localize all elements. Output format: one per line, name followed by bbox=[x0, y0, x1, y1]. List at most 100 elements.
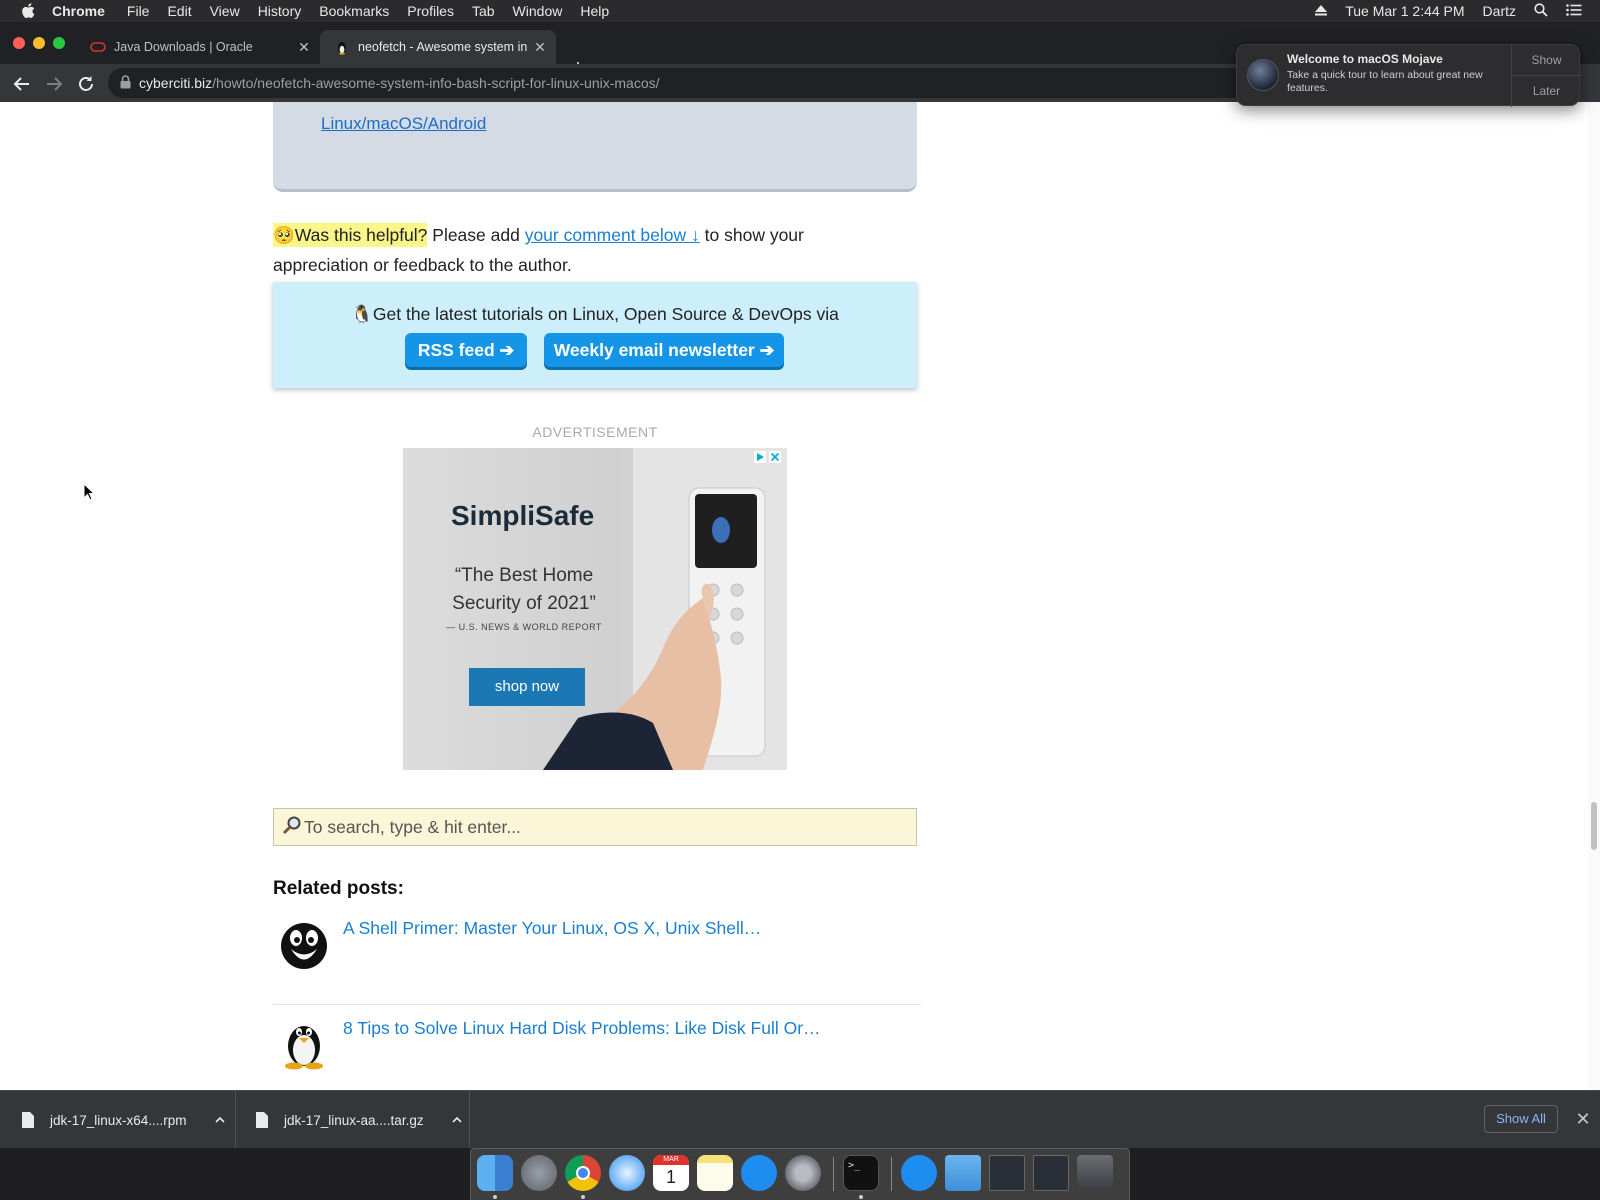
window-close-button[interactable] bbox=[13, 37, 25, 49]
related-post-link[interactable]: A Shell Primer: Master Your Linux, OS X,… bbox=[343, 918, 761, 939]
related-post-item: A Shell Primer: Master Your Linux, OS X,… bbox=[273, 916, 917, 976]
search-placeholder: To search, type & hit enter... bbox=[304, 816, 521, 837]
calendar-month: MAR bbox=[653, 1155, 689, 1165]
menu-file[interactable]: File bbox=[127, 3, 150, 19]
download-filename: jdk-17_linux-x64....rpm bbox=[50, 1112, 187, 1128]
calendar-icon[interactable]: MAR 1 bbox=[653, 1155, 689, 1191]
notification-body: Take a quick tour to learn about great n… bbox=[1287, 69, 1483, 94]
adchoices-icon[interactable] bbox=[753, 450, 783, 464]
chrome-icon[interactable] bbox=[565, 1155, 601, 1191]
menubar-user[interactable]: Dartz bbox=[1483, 3, 1516, 19]
macos-dock: MAR 1 >_ bbox=[470, 1148, 1130, 1200]
site-search-field[interactable]: To search, type & hit enter... bbox=[273, 808, 917, 846]
tux-penguin-icon bbox=[277, 1016, 331, 1070]
advertisement-banner[interactable]: SimpliSafe “The Best Home Security of 20… bbox=[403, 448, 787, 770]
app-store-icon[interactable] bbox=[741, 1155, 777, 1191]
running-indicator bbox=[581, 1195, 585, 1199]
window-zoom-button[interactable] bbox=[53, 37, 65, 49]
notification-actions: Show Later bbox=[1511, 45, 1581, 107]
macos-notification[interactable]: Welcome to macOS Mojave Take a quick tou… bbox=[1236, 44, 1581, 107]
mojave-icon bbox=[1247, 59, 1279, 91]
notification-center-icon[interactable] bbox=[1566, 3, 1582, 19]
comment-link[interactable]: your comment below ↓ bbox=[525, 225, 700, 245]
tab-neofetch[interactable]: neofetch - Awesome system in ✕ bbox=[320, 30, 556, 64]
pleading-face-emoji-icon: 🥺 bbox=[273, 225, 295, 245]
related-divider bbox=[273, 1004, 921, 1005]
penguin-favicon-icon bbox=[334, 39, 350, 55]
terminal-icon[interactable]: >_ bbox=[843, 1155, 879, 1191]
subscribe-text: 🐧Get the latest tutorials on Linux, Open… bbox=[351, 304, 839, 324]
folder-icon[interactable] bbox=[945, 1155, 981, 1191]
safari-icon[interactable] bbox=[609, 1155, 645, 1191]
window-thumbnail-icon[interactable] bbox=[1033, 1155, 1069, 1191]
macos-menu-bar: Chrome File Edit View History Bookmarks … bbox=[0, 0, 1600, 22]
oracle-favicon-icon bbox=[90, 39, 106, 55]
notification-show-button[interactable]: Show bbox=[1512, 45, 1581, 76]
running-indicator bbox=[493, 1195, 497, 1199]
chevron-up-icon[interactable] bbox=[450, 1113, 464, 1127]
helpful-highlight: 🥺Was this helpful? bbox=[273, 223, 428, 247]
close-tab-icon[interactable]: ✕ bbox=[296, 39, 312, 55]
app-menu-chrome[interactable]: Chrome bbox=[52, 3, 105, 19]
newsletter-button[interactable]: Weekly email newsletter ➔ bbox=[544, 333, 784, 367]
dock-separator bbox=[833, 1157, 834, 1191]
subscribe-box: 🐧Get the latest tutorials on Linux, Open… bbox=[273, 282, 917, 388]
show-all-downloads-button[interactable]: Show All bbox=[1484, 1105, 1558, 1133]
advertisement-label: ADVERTISEMENT bbox=[532, 424, 658, 440]
download-shelf: jdk-17_linux-x64....rpm jdk-17_linux-aa.… bbox=[0, 1090, 1600, 1149]
menu-tab[interactable]: Tab bbox=[472, 3, 495, 19]
download-item[interactable]: jdk-17_linux-x64....rpm bbox=[0, 1091, 236, 1149]
page-scrollbar[interactable] bbox=[1588, 102, 1600, 1090]
tux-penguin-face-icon bbox=[277, 916, 331, 970]
related-post-link[interactable]: 8 Tips to Solve Linux Hard Disk Problems… bbox=[343, 1018, 821, 1039]
scrollbar-thumb[interactable] bbox=[1591, 802, 1597, 850]
article-info-box: Linux/macOS/Android bbox=[273, 102, 917, 192]
download-filename: jdk-17_linux-aa....tar.gz bbox=[284, 1112, 424, 1128]
file-icon bbox=[22, 1112, 34, 1128]
menu-view[interactable]: View bbox=[210, 3, 240, 19]
download-item[interactable]: jdk-17_linux-aa....tar.gz bbox=[236, 1091, 470, 1149]
notes-icon[interactable] bbox=[697, 1155, 733, 1191]
menubar-clock[interactable]: Tue Mar 1 2:44 PM bbox=[1345, 3, 1464, 19]
dock-separator bbox=[891, 1157, 892, 1191]
notification-later-button[interactable]: Later bbox=[1512, 76, 1581, 107]
article-link[interactable]: Linux/macOS/Android bbox=[321, 114, 486, 134]
lock-icon[interactable] bbox=[120, 74, 131, 92]
reload-icon[interactable] bbox=[75, 73, 97, 95]
menu-help[interactable]: Help bbox=[580, 3, 609, 19]
close-download-shelf-icon[interactable]: ✕ bbox=[1574, 1110, 1592, 1128]
spotlight-search-icon[interactable] bbox=[1534, 2, 1548, 20]
running-indicator bbox=[859, 1195, 863, 1199]
helpful-prompt: 🥺Was this helpful? Please add your comme… bbox=[273, 223, 804, 275]
url-host: cyberciti.biz bbox=[139, 75, 213, 91]
notification-title: Welcome to macOS Mojave bbox=[1287, 52, 1443, 66]
menu-window[interactable]: Window bbox=[513, 3, 563, 19]
finder-icon[interactable] bbox=[477, 1155, 513, 1191]
address-bar[interactable]: cyberciti.biz /howto/neofetch-awesome-sy… bbox=[108, 68, 1248, 98]
rss-feed-button[interactable]: RSS feed ➔ bbox=[405, 333, 527, 367]
file-icon bbox=[256, 1112, 268, 1128]
ad-shop-now-button[interactable]: shop now bbox=[469, 668, 585, 706]
tab-java-downloads[interactable]: Java Downloads | Oracle ✕ bbox=[76, 30, 316, 64]
tab-title: neofetch - Awesome system in bbox=[358, 40, 528, 54]
ad-brand: SimpliSafe bbox=[451, 500, 595, 531]
forward-arrow-icon[interactable] bbox=[43, 73, 65, 95]
ad-source: — U.S. NEWS & WORLD REPORT bbox=[446, 622, 602, 632]
menu-profiles[interactable]: Profiles bbox=[407, 3, 454, 19]
trash-icon[interactable] bbox=[1077, 1155, 1113, 1191]
close-tab-icon[interactable]: ✕ bbox=[532, 39, 548, 55]
system-preferences-icon[interactable] bbox=[785, 1155, 821, 1191]
chevron-up-icon[interactable] bbox=[213, 1113, 227, 1127]
related-post-item: 8 Tips to Solve Linux Hard Disk Problems… bbox=[273, 1016, 917, 1076]
menu-edit[interactable]: Edit bbox=[167, 3, 191, 19]
menu-history[interactable]: History bbox=[258, 3, 302, 19]
window-thumbnail-icon[interactable] bbox=[989, 1155, 1025, 1191]
window-minimize-button[interactable] bbox=[33, 37, 45, 49]
back-arrow-icon[interactable] bbox=[11, 73, 33, 95]
menu-bookmarks[interactable]: Bookmarks bbox=[319, 3, 389, 19]
eject-icon[interactable] bbox=[1315, 3, 1328, 19]
app-store-downloads-icon[interactable] bbox=[901, 1155, 937, 1191]
apple-menu-icon[interactable] bbox=[20, 3, 36, 19]
mouse-pointer-icon bbox=[83, 482, 96, 501]
launchpad-icon[interactable] bbox=[521, 1155, 557, 1191]
